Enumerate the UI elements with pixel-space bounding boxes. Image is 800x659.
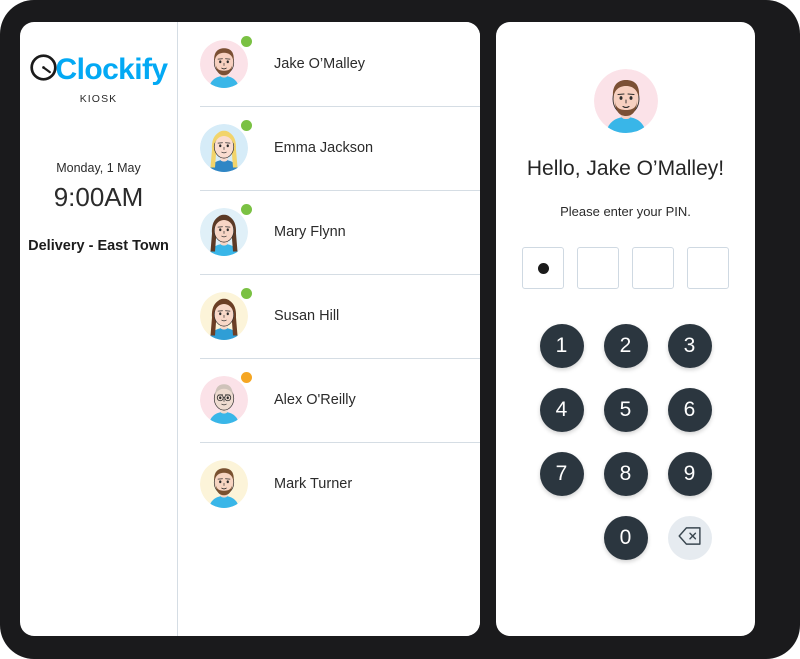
location-block: Delivery - East Town [20,238,177,254]
avatar [200,120,252,172]
user-list-item[interactable]: Alex O'Reilly [178,358,480,442]
current-time: 9:00AM [53,182,144,212]
avatar [200,288,252,340]
avatar [200,460,248,508]
user-list-item[interactable]: Mary Flynn [178,190,480,274]
user-name: Alex O'Reilly [274,392,356,408]
pin-filled-dot [537,262,549,274]
keypad-key-5[interactable]: 5 [603,388,648,432]
brand-subtitle: KIOSK [79,93,118,105]
keypad-key-1[interactable]: 1 [539,324,584,368]
avatar-image [200,40,248,88]
keypad-key-8[interactable]: 8 [603,452,648,496]
pin-digit-box[interactable] [577,247,619,289]
pin-keypad[interactable]: 123 456 7890 [530,314,722,570]
user-list-item[interactable]: Susan Hill [178,274,480,358]
keypad-key-4[interactable]: 4 [539,388,584,432]
backspace-icon [677,526,702,550]
avatar [593,69,658,133]
user-name: Jake O’Malley [274,56,366,72]
kiosk-user-list-screen: Clockify KIOSK Monday, 1 May 9:00AM Deli… [20,22,480,636]
status-badge [241,372,252,383]
backspace-button[interactable] [667,516,712,560]
current-date: Monday, 1 May [56,161,141,175]
avatar-image [200,460,248,508]
pin-prompt: Please enter your PIN. [560,204,691,219]
keypad-key-3[interactable]: 3 [667,324,712,368]
user-list-item[interactable]: Mark Turner [178,442,480,526]
keypad-key-9[interactable]: 9 [667,452,712,496]
location-name: Delivery - East Town [28,238,169,254]
keypad-spacer [540,516,584,560]
user-list: Jake O’Malley Emma Jackson Mary Flynn Susan… [178,22,480,636]
greeting-title: Hello, Jake O’Malley! [526,157,725,180]
brand-name: Clockify [55,53,169,86]
status-badge [241,36,252,47]
keypad-key-6[interactable]: 6 [667,388,712,432]
avatar [200,372,252,424]
avatar-image [200,292,248,340]
clock-block: Monday, 1 May 9:00AM [20,161,177,213]
avatar [200,204,252,256]
avatar-image [200,124,248,172]
clockify-clock-icon [29,54,57,86]
user-name: Mary Flynn [274,224,346,240]
sidebar: Clockify KIOSK Monday, 1 May 9:00AM Deli… [20,22,178,636]
avatar-image [200,208,248,256]
pin-digit-box[interactable] [522,247,564,289]
keypad-key-7[interactable]: 7 [539,452,584,496]
keypad-key-2[interactable]: 2 [603,324,648,368]
status-badge [241,204,252,215]
brand-logo: Clockify KIOSK [20,54,177,105]
user-name: Susan Hill [274,308,340,324]
user-name: Mark Turner [274,476,353,492]
avatar [200,36,252,88]
status-badge [241,120,252,131]
user-name: Emma Jackson [274,140,374,156]
pin-digit-box[interactable] [687,247,729,289]
keypad-key-0[interactable]: 0 [603,516,648,560]
status-badge [241,288,252,299]
user-list-item[interactable]: Emma Jackson [178,106,480,190]
avatar-image [200,376,248,424]
pin-digit-box[interactable] [632,247,674,289]
kiosk-pin-screen: Hello, Jake O’Malley! Please enter your … [496,22,755,636]
pin-input-group[interactable] [522,247,729,289]
user-list-item[interactable]: Jake O’Malley [178,22,480,106]
